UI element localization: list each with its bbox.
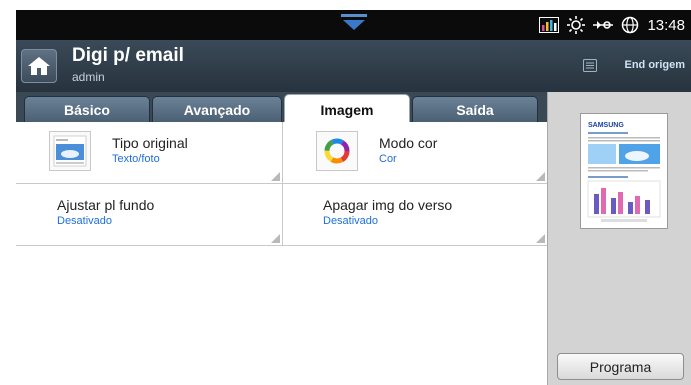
color-wheel-icon xyxy=(316,131,358,171)
user-name: admin xyxy=(72,70,105,84)
globe-icon xyxy=(621,16,639,34)
end-origem-link[interactable]: End origem xyxy=(624,59,685,71)
tab-bar: Básico Avançado Imagem Saída xyxy=(16,92,547,124)
photo-document-icon xyxy=(49,131,91,171)
tab-avancado[interactable]: Avançado xyxy=(152,96,282,122)
tab-saida[interactable]: Saída xyxy=(412,96,538,122)
toner-sun-icon xyxy=(567,16,586,34)
programa-button[interactable]: Programa xyxy=(557,353,684,380)
brand-logo-text: SAMSUNG xyxy=(588,122,624,129)
tipo-original-value: Texto/foto xyxy=(112,153,160,165)
page-title: Digi p/ email xyxy=(72,45,184,66)
option-tipo-original[interactable]: Tipo original Texto/foto xyxy=(16,122,282,184)
option-ajustar-fundo[interactable]: Ajustar pl fundo Desativado xyxy=(16,184,282,246)
corner-arrow-icon xyxy=(536,172,545,181)
modo-cor-value: Cor xyxy=(379,153,397,165)
option-modo-cor[interactable]: Modo cor Cor xyxy=(282,122,547,184)
apagar-verso-value: Desativado xyxy=(323,215,379,227)
home-button[interactable] xyxy=(21,49,57,83)
address-book-icon[interactable] xyxy=(583,59,597,72)
corner-arrow-icon xyxy=(271,234,280,243)
tipo-original-label: Tipo original xyxy=(112,135,188,151)
signal-bars-icon xyxy=(539,17,560,33)
tab-basico[interactable]: Básico xyxy=(24,96,150,122)
option-apagar-verso[interactable]: Apagar img do verso Desativado xyxy=(282,184,547,246)
preview-panel: SAMSUNG Programa xyxy=(547,92,691,385)
corner-arrow-icon xyxy=(536,234,545,243)
pull-down-tab-icon[interactable] xyxy=(341,14,367,32)
apagar-verso-label: Apagar img do verso xyxy=(323,197,453,213)
home-icon xyxy=(28,57,50,75)
app-header: Digi p/ email admin End origem xyxy=(16,40,691,92)
clock-time: 13:48 xyxy=(647,16,685,34)
modo-cor-label: Modo cor xyxy=(379,135,438,151)
ajustar-fundo-label: Ajustar pl fundo xyxy=(57,197,155,213)
status-bar: 13:48 xyxy=(16,10,691,40)
document-preview-thumbnail[interactable]: SAMSUNG xyxy=(580,113,668,229)
status-icons: 13:48 xyxy=(539,10,685,40)
corner-arrow-icon xyxy=(271,172,280,181)
ajustar-fundo-value: Desativado xyxy=(57,215,113,227)
network-icon xyxy=(593,18,614,32)
options-panel: Tipo original Texto/foto Modo cor Cor Aj… xyxy=(16,122,547,385)
tab-imagem[interactable]: Imagem xyxy=(284,94,410,124)
